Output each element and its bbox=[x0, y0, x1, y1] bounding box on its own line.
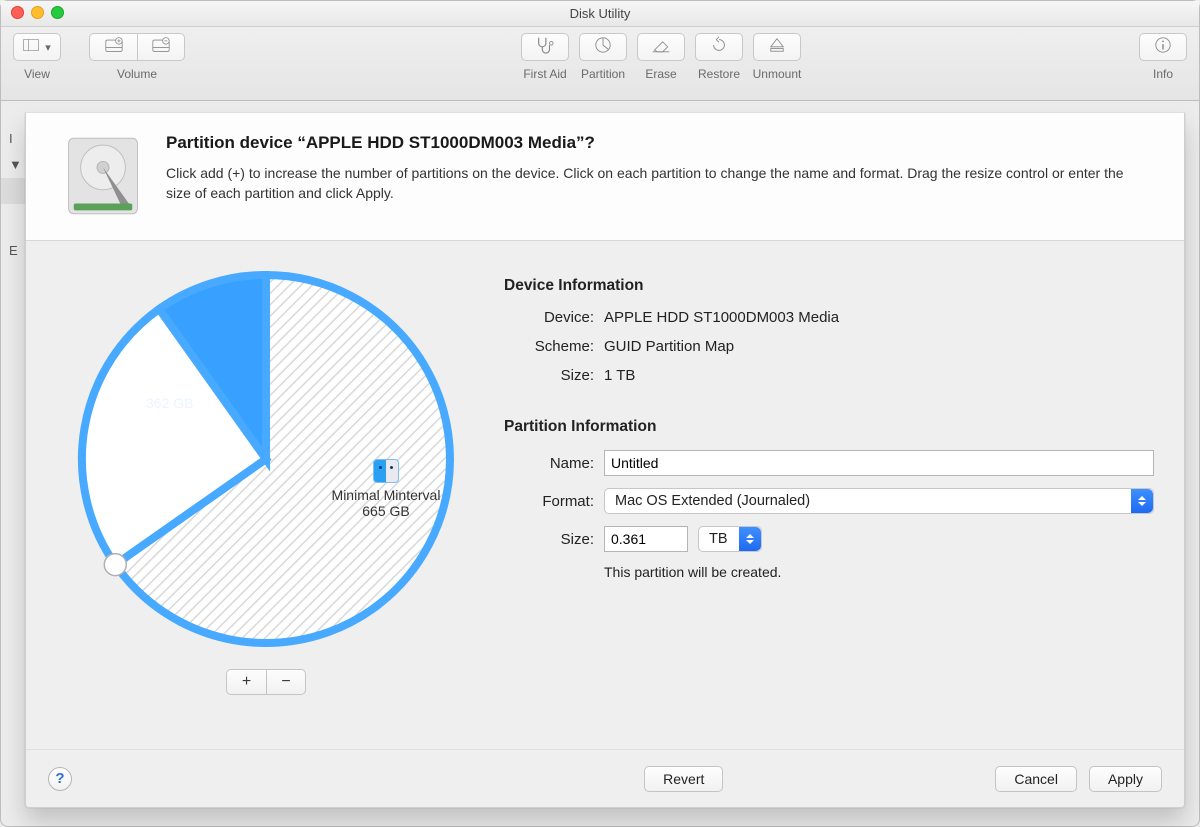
partition-label: Partition bbox=[581, 67, 625, 81]
partition-info-heading: Partition Information bbox=[504, 418, 1154, 436]
pie-selected-name: Untitled bbox=[146, 379, 193, 395]
device-size-label: Size: bbox=[504, 367, 594, 384]
updown-caret-icon bbox=[1131, 489, 1153, 513]
sidebar: I ▼ E bbox=[1, 126, 25, 264]
apply-button[interactable]: Apply bbox=[1089, 766, 1162, 792]
sheet-title: Partition device “APPLE HDD ST1000DM003 … bbox=[166, 133, 1150, 153]
info-button[interactable] bbox=[1139, 33, 1187, 61]
scheme-value: GUID Partition Map bbox=[604, 338, 734, 355]
pie-selected-size: 362 GB bbox=[146, 395, 193, 411]
add-volume-icon bbox=[104, 36, 124, 59]
info-label: Info bbox=[1153, 67, 1173, 81]
eject-icon bbox=[768, 37, 786, 58]
erase-label: Erase bbox=[645, 67, 676, 81]
remove-partition-button[interactable]: − bbox=[266, 669, 306, 695]
restore-button[interactable] bbox=[695, 33, 743, 61]
info-icon bbox=[1154, 36, 1172, 59]
scheme-label: Scheme: bbox=[504, 338, 594, 355]
format-label: Format: bbox=[504, 493, 594, 510]
view-button[interactable]: ▾ bbox=[13, 33, 61, 61]
restore-icon bbox=[710, 36, 728, 59]
size-unit-select[interactable]: TB bbox=[698, 526, 762, 552]
device-info-heading: Device Information bbox=[504, 277, 1154, 295]
revert-button[interactable]: Revert bbox=[644, 766, 723, 792]
window-controls bbox=[11, 6, 64, 19]
partition-size-label: Size: bbox=[504, 531, 594, 548]
partition-pie[interactable]: Untitled 362 GB Minimal Minterval 665 GB bbox=[66, 259, 466, 659]
pie-chart-icon bbox=[594, 36, 612, 59]
partition-button[interactable] bbox=[579, 33, 627, 61]
pie-label-selected: Untitled 362 GB bbox=[146, 379, 193, 411]
title-bar: Disk Utility bbox=[1, 1, 1199, 27]
partition-name-input[interactable] bbox=[604, 450, 1154, 476]
finder-icon bbox=[373, 459, 399, 483]
device-label: Device: bbox=[504, 309, 594, 326]
toolbar: ▾ View Volume First Aid bbox=[1, 27, 1199, 101]
device-value: APPLE HDD ST1000DM003 Media bbox=[604, 309, 839, 326]
view-label: View bbox=[24, 67, 50, 81]
size-unit-value: TB bbox=[709, 531, 728, 547]
partition-size-input[interactable] bbox=[604, 526, 688, 552]
erase-button[interactable] bbox=[637, 33, 685, 61]
format-value: Mac OS Extended (Journaled) bbox=[615, 493, 810, 509]
volume-label: Volume bbox=[117, 67, 157, 81]
sheet-header: Partition device “APPLE HDD ST1000DM003 … bbox=[26, 113, 1184, 241]
sheet-description: Click add (+) to increase the number of … bbox=[166, 163, 1150, 204]
add-remove-segmented: + − bbox=[226, 669, 306, 695]
pie-column: Untitled 362 GB Minimal Minterval 665 GB… bbox=[56, 253, 476, 749]
info-column: Device Information Device: APPLE HDD ST1… bbox=[504, 253, 1154, 749]
stethoscope-icon bbox=[534, 36, 556, 59]
add-partition-button[interactable]: + bbox=[226, 669, 266, 695]
pie-other-size: 665 GB bbox=[316, 503, 456, 519]
updown-caret-icon bbox=[739, 527, 761, 551]
unmount-label: Unmount bbox=[753, 67, 802, 81]
sidebar-icon bbox=[23, 38, 39, 56]
format-select[interactable]: Mac OS Extended (Journaled) bbox=[604, 488, 1154, 514]
zoom-window-button[interactable] bbox=[51, 6, 64, 19]
restore-label: Restore bbox=[698, 67, 740, 81]
pie-label-other: Minimal Minterval 665 GB bbox=[316, 459, 456, 519]
name-label: Name: bbox=[504, 455, 594, 472]
internal-disk-icon bbox=[60, 133, 146, 222]
help-button[interactable]: ? bbox=[48, 767, 72, 791]
first-aid-button[interactable] bbox=[521, 33, 569, 61]
sheet-footer: ? Revert Cancel Apply bbox=[26, 749, 1184, 807]
partition-sheet: Partition device “APPLE HDD ST1000DM003 … bbox=[25, 113, 1185, 808]
device-size-value: 1 TB bbox=[604, 367, 635, 384]
remove-volume-button[interactable] bbox=[137, 33, 185, 61]
remove-volume-icon bbox=[151, 36, 171, 59]
minimize-window-button[interactable] bbox=[31, 6, 44, 19]
cancel-button[interactable]: Cancel bbox=[995, 766, 1077, 792]
partition-note: This partition will be created. bbox=[604, 564, 1154, 580]
chevron-down-icon: ▾ bbox=[45, 41, 51, 54]
pie-other-name: Minimal Minterval bbox=[332, 487, 441, 503]
eraser-icon bbox=[651, 38, 671, 57]
unmount-button[interactable] bbox=[753, 33, 801, 61]
window-title: Disk Utility bbox=[570, 6, 631, 21]
close-window-button[interactable] bbox=[11, 6, 24, 19]
first-aid-label: First Aid bbox=[523, 67, 566, 81]
add-volume-button[interactable] bbox=[89, 33, 137, 61]
